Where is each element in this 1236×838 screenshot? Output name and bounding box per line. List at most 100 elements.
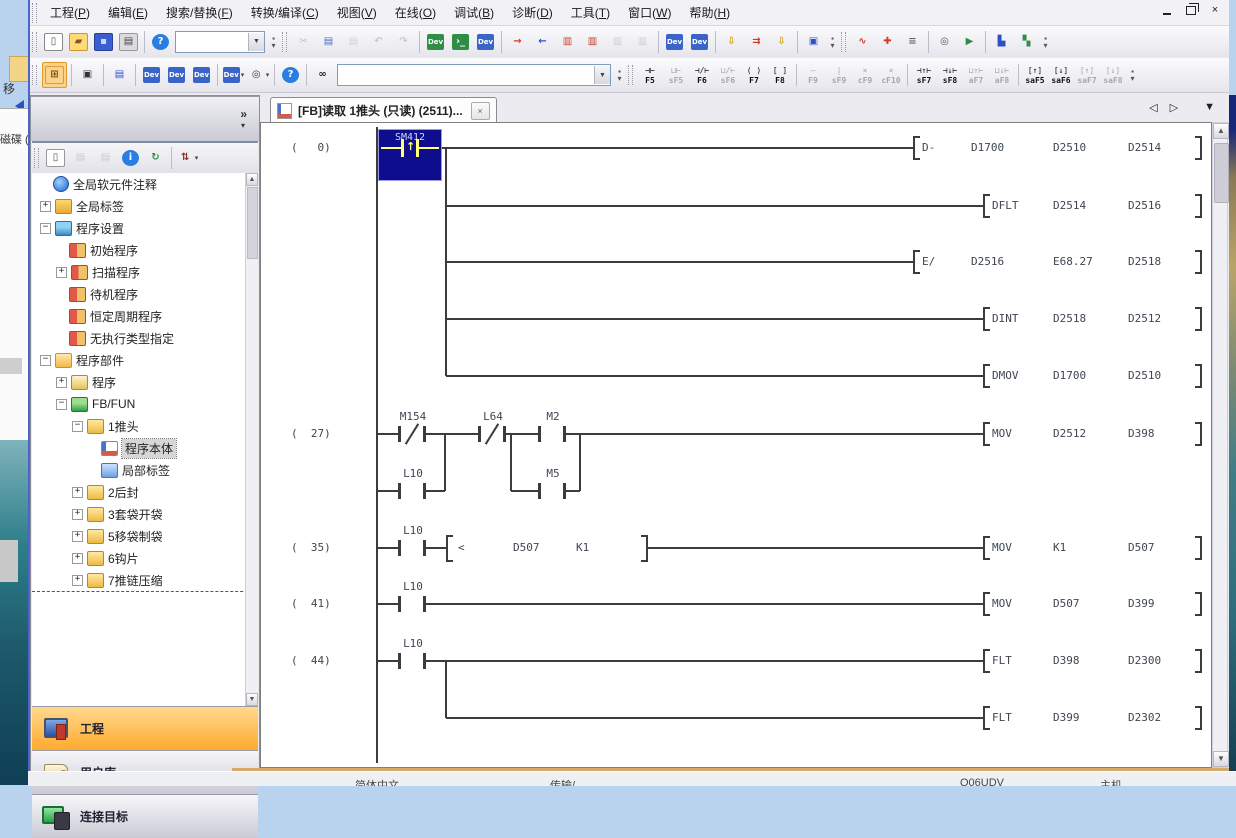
copy-button[interactable]: ▤ — [317, 30, 340, 54]
navigation-overflow-bar[interactable]: » ▾ — [31, 96, 259, 141]
tree-item-无执行类型指定[interactable]: 无执行类型指定 — [32, 327, 258, 349]
ladder-key-saf5-button[interactable]: [↑]saF5 — [1022, 61, 1048, 89]
cut-button[interactable]: ✂ — [292, 30, 315, 54]
ladder-key-cf10-button[interactable]: ×cF10 — [878, 61, 904, 89]
export-arrow-button[interactable]: ← — [531, 30, 554, 54]
device-initial-button[interactable]: Dev — [190, 63, 213, 87]
expand-plus-icon[interactable]: + — [72, 509, 83, 520]
contact-bar[interactable] — [423, 483, 426, 499]
contact-bar[interactable] — [478, 426, 481, 442]
contact-bar[interactable] — [538, 426, 541, 442]
tree-item-待机程序[interactable]: 待机程序 — [32, 283, 258, 305]
contact-bar[interactable] — [563, 483, 566, 499]
contact-bar[interactable] — [423, 653, 426, 669]
instruction-operand[interactable]: D2514 — [1053, 199, 1086, 212]
toolbar-grip[interactable] — [32, 65, 37, 85]
zoom-tool-button[interactable]: ◎▾ — [247, 63, 270, 87]
instruction-opcode[interactable]: MOV — [992, 541, 1012, 554]
instruction-operand[interactable]: D2302 — [1128, 711, 1161, 724]
chevron-down-icon[interactable]: ▾ — [241, 121, 245, 130]
memory-chart-button[interactable]: ▚ — [1015, 30, 1038, 54]
contact-bar[interactable] — [538, 483, 541, 499]
ladder-editor-canvas[interactable]: ( 0)SM412↑D-D1700D2510D2514DFLTD2514D251… — [260, 122, 1212, 768]
instruction-operand[interactable]: K1 — [1053, 541, 1066, 554]
dropdown-arrow-icon[interactable]: ▾ — [195, 154, 199, 162]
expand-plus-icon[interactable]: + — [56, 377, 67, 388]
nav-button-工程[interactable]: 工程 — [32, 706, 258, 750]
expand-plus-icon[interactable]: + — [72, 531, 83, 542]
device-monitor-button[interactable]: Dev — [663, 30, 686, 54]
menu-h[interactable]: 帮助(H) — [680, 1, 739, 24]
dropdown-arrow-icon[interactable]: ▾ — [266, 71, 270, 79]
tree-item-2后封[interactable]: +2后封 — [32, 481, 258, 503]
chevron-icon[interactable]: » — [240, 107, 247, 121]
instruction-operand[interactable]: D2510 — [1053, 141, 1086, 154]
expand-plus-icon[interactable]: + — [40, 201, 51, 212]
collapse-minus-icon[interactable]: − — [72, 421, 83, 432]
restore-button[interactable] — [1183, 3, 1199, 17]
contact-bar[interactable] — [398, 426, 401, 442]
tree-scrollbar[interactable]: ▲ ▼ — [245, 173, 258, 706]
contact-bar[interactable] — [398, 596, 401, 612]
collapse-minus-icon[interactable]: − — [40, 355, 51, 366]
device-memory-button[interactable]: Dev — [165, 63, 188, 87]
tab-list-icon[interactable]: ▼ — [1204, 101, 1215, 114]
menu-d[interactable]: 诊断(D) — [503, 1, 562, 24]
instruction-opcode[interactable]: MOV — [992, 597, 1012, 610]
ladder-key-saf8-button[interactable]: [↓]saF8 — [1100, 61, 1126, 89]
tree-item-恒定周期程序[interactable]: 恒定周期程序 — [32, 305, 258, 327]
diff-button[interactable]: ▥ — [631, 30, 654, 54]
scroll-down-icon[interactable]: ▼ — [1213, 751, 1229, 767]
instruction-operand[interactable]: D399 — [1128, 597, 1155, 610]
read-from-plc-button[interactable]: ▥ — [556, 30, 579, 54]
toolbar-grip[interactable] — [34, 148, 39, 168]
instruction-opcode[interactable]: MOV — [992, 427, 1012, 440]
device-hw-button[interactable]: Dev — [474, 30, 497, 54]
sort-filter-button[interactable]: ⇅▾ — [176, 146, 199, 170]
navigation-window-toggle-button[interactable]: ⊞ — [42, 62, 67, 88]
menu-w[interactable]: 窗口(W) — [619, 1, 680, 24]
menu-f[interactable]: 搜索/替换(F) — [157, 1, 242, 24]
selected-contact-SM412[interactable]: SM412 — [378, 129, 442, 181]
toolbar-grip[interactable] — [628, 65, 633, 85]
instruction-opcode[interactable]: DFLT — [992, 199, 1019, 212]
expand-plus-icon[interactable]: + — [72, 575, 83, 586]
combobox-dropdown-icon[interactable]: ▼ — [594, 66, 610, 84]
instruction-operand[interactable]: D2518 — [1128, 255, 1161, 268]
new-data-button[interactable]: ▯ — [44, 146, 67, 170]
ladder-key-f5-button[interactable]: ⊣⊢F5 — [637, 61, 663, 89]
contact-bar[interactable] — [563, 426, 566, 442]
tab-fb-1tuitou[interactable]: [FB]读取 1推头 (只读) (2511)... × — [270, 97, 497, 123]
ladder-key-saf6-button[interactable]: [↓]saF6 — [1048, 61, 1074, 89]
tree-item-1推头[interactable]: −1推头 — [32, 415, 258, 437]
instruction-operand[interactable]: D2512 — [1128, 312, 1161, 325]
property-info-button[interactable]: i — [119, 146, 142, 170]
menu-e[interactable]: 编辑(E) — [99, 1, 157, 24]
download-page-button[interactable]: ⇩ — [720, 30, 743, 54]
intelligent-module-button[interactable]: ▶ — [958, 30, 981, 54]
close-button[interactable]: × — [1207, 3, 1223, 17]
sampling-trace-button[interactable]: ≡ — [901, 30, 924, 54]
paste-data-button[interactable]: ▤ — [94, 146, 117, 170]
tree-item-程序设置[interactable]: −程序设置 — [32, 217, 258, 239]
help-circle-button[interactable]: ? — [279, 63, 302, 87]
tree-item-7推链压缩[interactable]: +7推链压缩 — [32, 569, 258, 592]
ladder-key-sf7-button[interactable]: ⊣↑⊢sF7 — [911, 61, 937, 89]
scroll-down-icon[interactable]: ▼ — [246, 693, 258, 706]
compare-operator[interactable]: < — [458, 541, 465, 554]
ladder-key-saf7-button[interactable]: [↑]saF7 — [1074, 61, 1100, 89]
menu-v[interactable]: 视图(V) — [328, 1, 386, 24]
instruction-operand[interactable]: D2516 — [971, 255, 1004, 268]
import-arrow-button[interactable]: → — [506, 30, 529, 54]
ladder-key-sf6-button[interactable]: ⊔/⊢sF6 — [715, 61, 741, 89]
print-button[interactable]: ▤ — [117, 30, 140, 54]
contact-bar[interactable] — [503, 426, 506, 442]
menu-o[interactable]: 在线(O) — [386, 1, 445, 24]
find-binoculars-button[interactable]: ∞ — [311, 63, 334, 87]
instruction-operand[interactable]: D1700 — [971, 141, 1004, 154]
copy-data-button[interactable]: ▤ — [69, 146, 92, 170]
tree-item-扫描程序[interactable]: +扫描程序 — [32, 261, 258, 283]
instruction-operand[interactable]: D2510 — [1128, 369, 1161, 382]
device-use-list-button[interactable]: ⇩ — [770, 30, 793, 54]
toolbar-grip[interactable] — [32, 3, 37, 23]
